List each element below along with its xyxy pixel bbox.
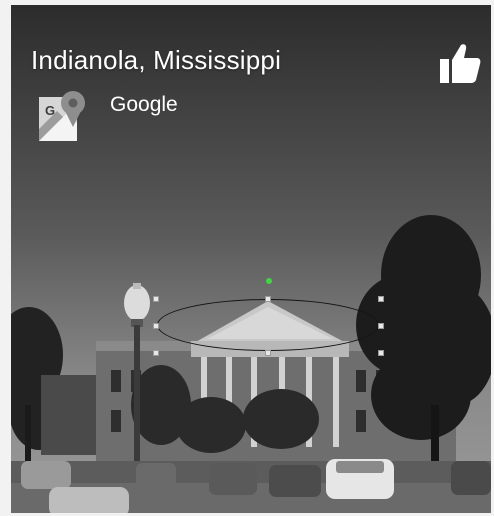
resize-handle-top-right[interactable] bbox=[378, 296, 384, 302]
google-logo-letter: G bbox=[45, 103, 55, 118]
street-view-photo bbox=[11, 5, 491, 513]
left-building bbox=[41, 375, 101, 455]
resize-handle-left[interactable] bbox=[153, 323, 159, 329]
provider-name: Google bbox=[110, 93, 178, 116]
location-title: Indianola, Mississippi bbox=[31, 45, 282, 75]
street-view-card: Indianola, Mississippi G Google bbox=[11, 5, 491, 513]
resize-handle-bottom-left[interactable] bbox=[153, 350, 159, 356]
ellipse-annotation[interactable] bbox=[157, 299, 379, 351]
rotate-handle[interactable] bbox=[266, 278, 272, 284]
resize-handle-right[interactable] bbox=[378, 323, 384, 329]
resize-handle-top-left[interactable] bbox=[153, 296, 159, 302]
resize-handle-bottom[interactable] bbox=[265, 350, 271, 356]
resize-handle-bottom-right[interactable] bbox=[378, 350, 384, 356]
google-maps-logo-icon: G bbox=[39, 89, 87, 143]
resize-handle-top[interactable] bbox=[265, 296, 271, 302]
thumbs-up-icon[interactable] bbox=[439, 41, 481, 85]
